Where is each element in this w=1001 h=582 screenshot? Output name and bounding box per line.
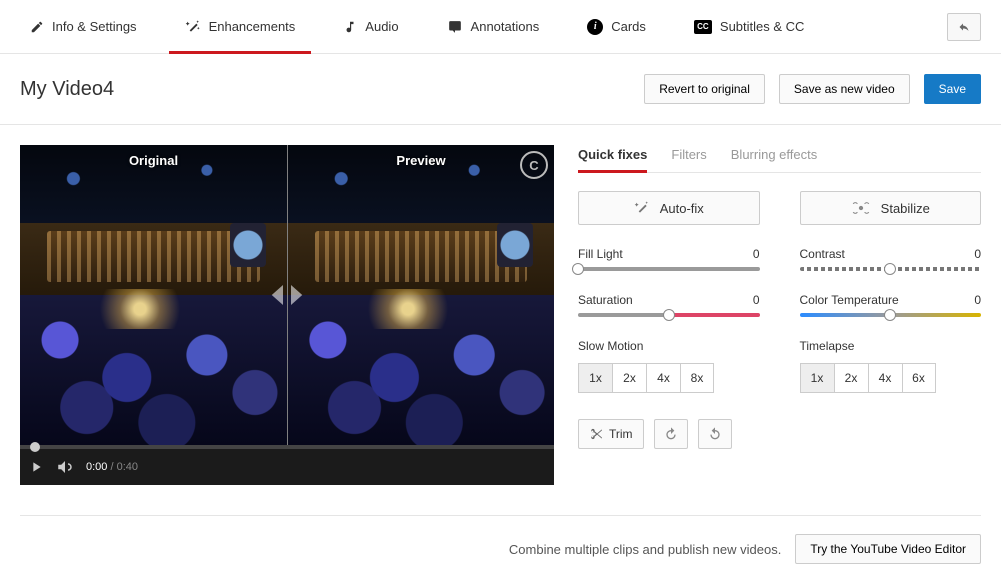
tab-annotations[interactable]: Annotations: [437, 0, 550, 53]
save-as-new-button[interactable]: Save as new video: [779, 74, 910, 104]
title-row: My Video4 Revert to original Save as new…: [0, 54, 1001, 125]
tab-audio[interactable]: Audio: [333, 0, 408, 53]
playhead[interactable]: [30, 442, 40, 452]
reply-arrow-icon: [956, 21, 972, 33]
wand-icon: [634, 200, 650, 216]
cc-badge-icon: CC: [694, 20, 712, 34]
tab-label: Info & Settings: [52, 19, 137, 34]
play-icon[interactable]: [28, 459, 44, 475]
save-button[interactable]: Save: [924, 74, 981, 104]
original-label: Original: [20, 145, 287, 168]
tab-cards[interactable]: i Cards: [577, 0, 656, 53]
sub-tab-filters[interactable]: Filters: [671, 147, 706, 172]
editor-nav-tabs: Info & Settings Enhancements Audio Annot…: [0, 0, 1001, 54]
trim-button[interactable]: Trim: [578, 419, 644, 449]
stabilize-button[interactable]: Stabilize: [800, 191, 982, 225]
tab-label: Audio: [365, 19, 398, 34]
preview-original-half: Original: [20, 145, 287, 445]
enhancements-panel: Quick fixes Filters Blurring effects Aut…: [578, 145, 981, 485]
timelapse-2x[interactable]: 2x: [834, 363, 868, 393]
speech-bubble-icon: [447, 20, 463, 34]
slider-value: 0: [753, 247, 760, 261]
preview-label: Preview: [288, 145, 554, 168]
sub-tab-blurring[interactable]: Blurring effects: [731, 147, 817, 172]
saturation-slider[interactable]: Saturation 0: [578, 293, 760, 317]
tab-enhancements[interactable]: Enhancements: [175, 0, 306, 53]
tab-label: Cards: [611, 19, 646, 34]
slow-motion-options: 1x 2x 4x 8x: [578, 363, 760, 393]
time-total: 0:40: [117, 461, 138, 473]
timelapse-4x[interactable]: 4x: [868, 363, 902, 393]
slider-value: 0: [974, 247, 981, 261]
fill-light-slider[interactable]: Fill Light 0: [578, 247, 760, 271]
network-watermark-icon: C: [520, 151, 548, 179]
timelapse-1x[interactable]: 1x: [800, 363, 834, 393]
tab-label: Annotations: [471, 19, 540, 34]
timelapse-6x[interactable]: 6x: [902, 363, 936, 393]
sub-tab-quick-fixes[interactable]: Quick fixes: [578, 147, 647, 172]
player-controls: 0:00 / 0:40: [20, 449, 554, 485]
music-note-icon: [343, 20, 357, 34]
preview-enhanced-half: C Preview: [287, 145, 554, 445]
enhancement-sub-tabs: Quick fixes Filters Blurring effects: [578, 147, 981, 173]
revert-button[interactable]: Revert to original: [644, 74, 765, 104]
slider-label: Fill Light: [578, 247, 623, 261]
split-drag-handle[interactable]: [271, 285, 303, 305]
video-player[interactable]: Original C Preview: [20, 145, 554, 445]
combine-clips-text: Combine multiple clips and publish new v…: [509, 542, 781, 557]
footer: Combine multiple clips and publish new v…: [20, 515, 981, 582]
video-preview: Original C Preview 0:00 / 0:40: [20, 145, 554, 485]
time-display: 0:00 / 0:40: [86, 461, 138, 473]
content-area: Original C Preview 0:00 / 0:40: [0, 125, 1001, 505]
reply-button[interactable]: [947, 13, 981, 41]
rotate-cw-button[interactable]: [654, 419, 688, 449]
scissors-icon: [589, 427, 603, 441]
tab-info-settings[interactable]: Info & Settings: [20, 0, 147, 53]
color-temp-slider[interactable]: Color Temperature 0: [800, 293, 982, 317]
contrast-slider[interactable]: Contrast 0: [800, 247, 982, 271]
slow-motion-2x[interactable]: 2x: [612, 363, 646, 393]
try-editor-button[interactable]: Try the YouTube Video Editor: [795, 534, 981, 564]
timelapse-label: Timelapse: [800, 339, 982, 353]
page-title: My Video4: [20, 78, 114, 101]
wand-icon: [185, 19, 201, 35]
info-circle-icon: i: [587, 19, 603, 35]
time-current: 0:00: [86, 461, 107, 473]
pencil-icon: [30, 20, 44, 34]
slow-motion-label: Slow Motion: [578, 339, 760, 353]
tab-subtitles[interactable]: CC Subtitles & CC: [684, 0, 815, 53]
stabilize-label: Stabilize: [881, 201, 930, 216]
volume-icon[interactable]: [56, 458, 74, 476]
tab-label: Enhancements: [209, 19, 296, 34]
tab-label: Subtitles & CC: [720, 19, 805, 34]
stabilize-icon: [851, 201, 871, 215]
slider-label: Contrast: [800, 247, 845, 261]
slider-label: Saturation: [578, 293, 633, 307]
slow-motion-4x[interactable]: 4x: [646, 363, 680, 393]
timelapse-options: 1x 2x 4x 6x: [800, 363, 982, 393]
slow-motion-1x[interactable]: 1x: [578, 363, 612, 393]
slider-value: 0: [753, 293, 760, 307]
slow-motion-8x[interactable]: 8x: [680, 363, 714, 393]
trim-label: Trim: [609, 427, 633, 441]
auto-fix-label: Auto-fix: [660, 201, 704, 216]
rotate-ccw-icon: [707, 426, 723, 442]
rotate-cw-icon: [663, 426, 679, 442]
slider-value: 0: [974, 293, 981, 307]
slider-label: Color Temperature: [800, 293, 899, 307]
progress-bar[interactable]: [20, 445, 554, 449]
rotate-ccw-button[interactable]: [698, 419, 732, 449]
auto-fix-button[interactable]: Auto-fix: [578, 191, 760, 225]
